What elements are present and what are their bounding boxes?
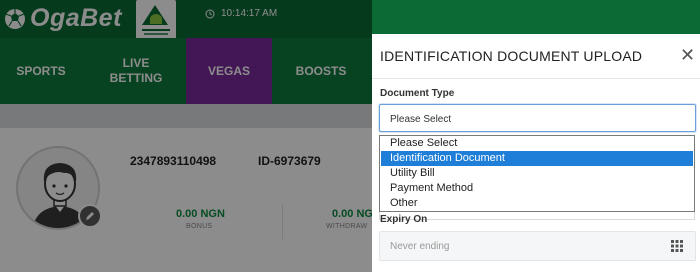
option-identification-document[interactable]: Identification Document — [381, 151, 693, 166]
select-value: Please Select — [390, 114, 452, 125]
calendar-icon[interactable] — [670, 239, 684, 253]
option-payment-method[interactable]: Payment Method — [381, 181, 693, 196]
modal-divider — [372, 78, 700, 79]
close-icon[interactable]: ✕ — [680, 46, 695, 64]
option-utility-bill[interactable]: Utility Bill — [381, 166, 693, 181]
modal-backdrop[interactable] — [0, 0, 372, 272]
document-upload-modal: IDENTIFICATION DOCUMENT UPLOAD ✕ Documen… — [372, 34, 700, 272]
modal-title: IDENTIFICATION DOCUMENT UPLOAD — [380, 48, 643, 64]
document-type-dropdown: Please Select Identification Document Ut… — [379, 135, 695, 212]
option-please-select[interactable]: Please Select — [381, 136, 693, 151]
option-other[interactable]: Other — [381, 196, 693, 211]
document-type-label: Document Type — [380, 88, 455, 99]
document-type-select[interactable]: Please Select — [379, 104, 696, 132]
expiry-date-field[interactable]: Never ending — [379, 231, 696, 261]
expiry-label: Expiry On — [380, 214, 428, 225]
expiry-placeholder: Never ending — [390, 241, 450, 252]
